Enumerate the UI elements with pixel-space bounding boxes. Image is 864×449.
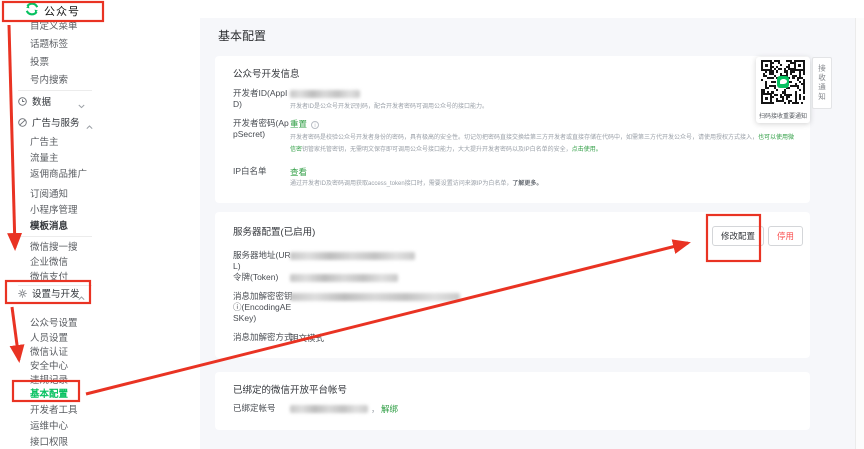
- server-url-label: 服务器地址(URL): [233, 250, 293, 272]
- sidebar-item-staff-settings[interactable]: 人员设置: [30, 332, 68, 345]
- desc-text: 钥管家托管密钥，无需明文保存即可调用公众号接口能力，大大提升开发者密码以及IP白…: [302, 147, 572, 153]
- server-config-card: 服务器配置(已启用) 修改配置 停用 服务器地址(URL) 令牌(Token) …: [215, 212, 810, 358]
- sidebar-section-label: 数据: [32, 97, 51, 108]
- bound-account-value-redacted: [290, 405, 368, 413]
- brand-title: 公众号: [44, 3, 80, 19]
- qr-code: [761, 60, 805, 104]
- appid-help: 开发者ID是公众号开发识别码，配合开发者密码可调用公众号的接口能力。: [290, 103, 488, 112]
- wechat-bubble-icon: [777, 76, 789, 88]
- sidebar-item-account-settings[interactable]: 公众号设置: [30, 317, 78, 330]
- data-icon: [18, 97, 27, 111]
- disable-button[interactable]: 停用: [768, 226, 803, 246]
- desc-text: 通过开发者ID及密码调用获取access_token接口时，需要设置访问来源IP…: [290, 181, 512, 187]
- sidebar-section-data[interactable]: 数据: [18, 96, 51, 110]
- chevron-down-icon: [78, 100, 85, 114]
- sidebar-item-wework[interactable]: 企业微信: [30, 256, 68, 269]
- qr-finder-icon: [794, 60, 805, 71]
- sidebar-item-custom-menu[interactable]: 自定义菜单: [30, 20, 78, 33]
- chevron-up-icon: [78, 292, 85, 306]
- sidebar-divider: [18, 285, 92, 286]
- appsecret-reset-link[interactable]: 重置 i: [290, 118, 319, 130]
- sidebar-item-vote[interactable]: 投票: [30, 56, 49, 69]
- sidebar-item-template-msg[interactable]: 模板消息: [30, 220, 68, 233]
- scrollbar[interactable]: [855, 18, 864, 449]
- sidebar-item-basic-config[interactable]: 基本配置: [30, 388, 68, 401]
- separator: ，: [371, 403, 380, 415]
- token-value-redacted: [290, 274, 398, 282]
- sidebar-item-search[interactable]: 号内搜索: [30, 74, 68, 87]
- sidebar-item-wxpay[interactable]: 微信支付: [30, 271, 68, 284]
- modify-config-button[interactable]: 修改配置: [712, 226, 764, 246]
- ip-whitelist-view-link[interactable]: 查看: [290, 166, 307, 178]
- wechat-mp-logo-icon: [25, 2, 39, 16]
- qr-finder-icon: [761, 60, 772, 71]
- sidebar-section-ads[interactable]: 广告与服务: [18, 117, 80, 131]
- appid-value-redacted: [290, 90, 360, 98]
- sidebar-item-security-center[interactable]: 安全中心: [30, 360, 68, 373]
- ip-whitelist-label: IP白名单: [233, 166, 293, 177]
- card-title: 服务器配置(已启用): [233, 224, 315, 238]
- aeskey-label: 消息加解密密钥 ⓘ(EncodingAESKey): [233, 291, 293, 324]
- appsecret-label: 开发者密码(AppSecret): [233, 118, 293, 140]
- sidebar-item-violation-record[interactable]: 违规记录: [30, 374, 68, 387]
- desc-text: 开发者密码是校验公众号开发者身份的密码，具有极高的安全性。切记勿把密码直接交换给…: [290, 135, 758, 141]
- sidebar-item-commission[interactable]: 返佣商品推广: [30, 168, 87, 181]
- dev-info-card: 公众号开发信息 开发者ID(AppID) 开发者ID是公众号开发识别码，配合开发…: [215, 56, 810, 203]
- appsecret-description: 开发者密码是校验公众号开发者身份的密码，具有极高的安全性。切记勿把密码直接交换给…: [290, 132, 796, 156]
- sidebar-item-advertiser[interactable]: 广告主: [30, 136, 59, 149]
- learn-more-link[interactable]: 了解更多。: [512, 181, 542, 187]
- sidebar: 自定义菜单 话题标签 投票 号内搜索 数据 广告与服务 广告主 流量主 返佣商品…: [0, 18, 200, 449]
- token-label: 令牌(Token): [233, 272, 293, 283]
- qr-finder-icon: [761, 93, 772, 104]
- gear-icon: [18, 289, 27, 303]
- sidebar-section-label: 设置与开发: [32, 289, 80, 300]
- sidebar-item-dev-tools[interactable]: 开发者工具: [30, 404, 78, 417]
- sidebar-item-ops-center[interactable]: 运维中心: [30, 420, 68, 433]
- sidebar-section-settings-dev[interactable]: 设置与开发: [18, 288, 80, 302]
- wechat-mp-basic-config-screen: 公众号 自定义菜单 话题标签 投票 号内搜索 数据 广告与服务 广告主 流量主 …: [0, 0, 864, 449]
- topbar: 公众号: [0, 0, 864, 18]
- unbind-link[interactable]: 解绑: [381, 403, 398, 415]
- qr-notification-popover: 扫码接收重要通知: [756, 57, 810, 123]
- receive-notice-tab[interactable]: 接收通知: [812, 57, 832, 109]
- reset-link-label: 重置: [290, 119, 307, 129]
- page-title: 基本配置: [218, 27, 266, 44]
- main-content: 基本配置 公众号开发信息 开发者ID(AppID) 开发者ID是公众号开发识别码…: [200, 18, 856, 449]
- card-title: 公众号开发信息: [233, 66, 300, 80]
- click-to-use-link[interactable]: 点击使用。: [572, 147, 602, 153]
- sidebar-divider: [18, 90, 92, 91]
- sidebar-section-label: 广告与服务: [32, 118, 80, 129]
- sidebar-item-miniprogram[interactable]: 小程序管理: [30, 204, 78, 217]
- aeskey-value-redacted: [290, 293, 460, 301]
- sidebar-divider: [18, 236, 92, 237]
- bound-account-card: 已绑定的微信开放平台帐号 已绑定帐号 ， 解绑: [215, 372, 810, 430]
- qr-caption: 扫码接收重要通知: [756, 111, 810, 120]
- appid-label: 开发者ID(AppID): [233, 88, 293, 110]
- sidebar-item-topic-tags[interactable]: 话题标签: [30, 38, 68, 51]
- sidebar-item-wx-verify[interactable]: 微信认证: [30, 346, 68, 359]
- sidebar-item-subscribe-notice[interactable]: 订阅通知: [30, 188, 68, 201]
- card-title: 已绑定的微信开放平台帐号: [233, 382, 347, 396]
- encrypt-mode-label: 消息加解密方式: [233, 332, 293, 343]
- ads-icon: [18, 118, 27, 132]
- ip-whitelist-description: 通过开发者ID及密码调用获取access_token接口时，需要设置访问来源IP…: [290, 178, 796, 190]
- sidebar-item-wx-search[interactable]: 微信搜一搜: [30, 241, 78, 254]
- encrypt-mode-value: 明文模式: [290, 332, 324, 344]
- server-url-value-redacted: [290, 252, 415, 260]
- info-icon[interactable]: i: [311, 121, 319, 129]
- sidebar-item-api-perms[interactable]: 接口权限: [30, 436, 68, 449]
- chevron-up-icon: [86, 121, 93, 135]
- sidebar-item-traffic[interactable]: 流量主: [30, 152, 59, 165]
